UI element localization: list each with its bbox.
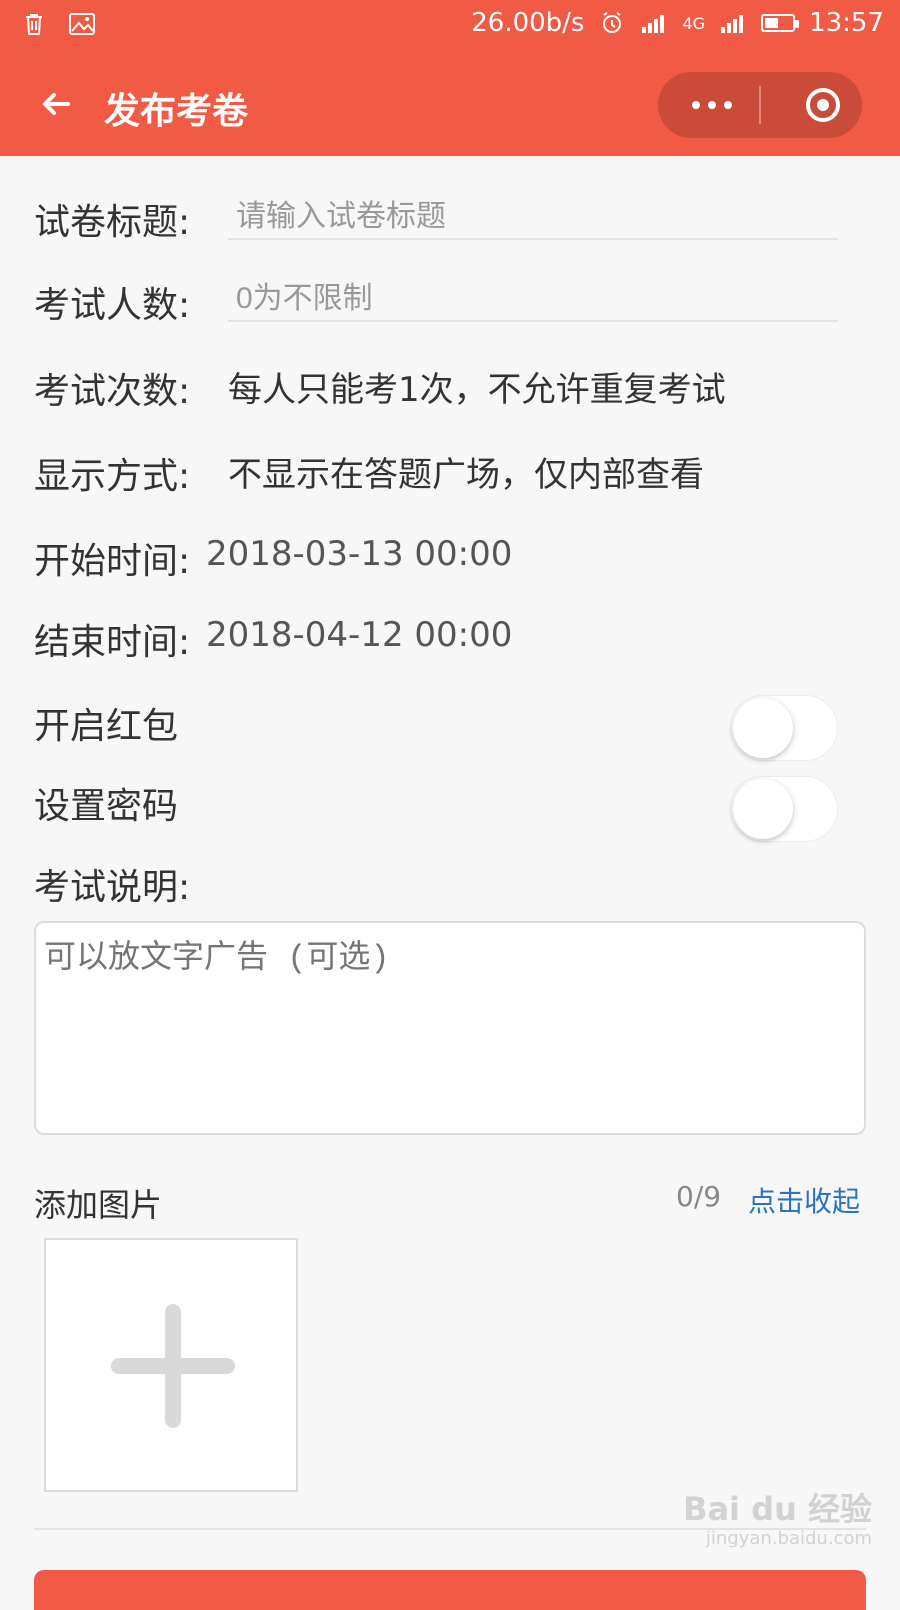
more-button[interactable] <box>684 90 740 120</box>
exam-display-value: 不显示在答题广场，仅内部查看 <box>228 455 704 495</box>
target-circle-icon <box>806 88 840 122</box>
more-dots-icon <box>692 101 732 109</box>
red-packet-label: 开启红包 <box>34 706 179 747</box>
capsule-divider <box>759 86 761 124</box>
nav-bar: 发布考卷 <box>0 52 900 156</box>
red-packet-toggle-knob <box>733 698 793 758</box>
exam-people-input[interactable] <box>228 278 838 322</box>
page-title: 发布考卷 <box>104 91 249 132</box>
signal-icon <box>640 9 668 37</box>
status-bar: 26.00b/s 4G 13:57 <box>0 0 900 52</box>
end-time-label: 结束时间: <box>34 622 191 663</box>
add-image-label: 添加图片 <box>34 1186 163 1224</box>
battery-level <box>765 18 779 28</box>
back-arrow-icon <box>43 93 70 115</box>
start-time-value[interactable]: 2018-03-13 00:00 <box>206 534 512 574</box>
end-time-value[interactable]: 2018-04-12 00:00 <box>206 615 512 655</box>
exam-people-label: 考试人数: <box>34 285 191 326</box>
clock-time: 13:57 <box>809 8 884 38</box>
exam-attempts-label: 考试次数: <box>34 371 191 412</box>
exam-display-label: 显示方式: <box>34 456 191 497</box>
trash-icon <box>20 10 48 38</box>
capsule-menu <box>658 72 862 138</box>
exam-title-label: 试卷标题: <box>34 202 191 243</box>
network-type: 4G <box>682 13 706 33</box>
exam-title-input[interactable] <box>228 196 838 240</box>
battery-icon <box>761 14 800 32</box>
password-toggle[interactable] <box>730 776 838 842</box>
watermark: Bai du 经验 jingyan.baidu.com <box>683 1490 872 1550</box>
watermark-logo: Bai du 经验 <box>683 1490 872 1528</box>
network-speed: 26.00b/s <box>471 8 585 38</box>
image-upload-box[interactable] <box>44 1238 298 1492</box>
alarm-icon <box>598 9 626 37</box>
back-button[interactable] <box>30 78 82 130</box>
password-label: 设置密码 <box>34 786 179 827</box>
red-packet-toggle[interactable] <box>730 695 838 761</box>
password-toggle-knob <box>733 779 793 839</box>
collapse-images-link[interactable]: 点击收起 <box>748 1180 860 1220</box>
start-time-label: 开始时间: <box>34 541 191 582</box>
exam-attempts-value: 每人只能考1次，不允许重复考试 <box>228 370 726 410</box>
plus-icon <box>111 1304 235 1428</box>
signal-icon-2 <box>719 9 747 37</box>
exam-description-textarea[interactable] <box>34 921 866 1135</box>
close-button[interactable] <box>804 86 842 124</box>
image-count: 0/9 <box>676 1180 722 1213</box>
watermark-url: jingyan.baidu.com <box>705 1528 872 1550</box>
exam-description-label: 考试说明: <box>34 867 191 908</box>
submit-button[interactable] <box>34 1570 866 1610</box>
image-icon <box>68 10 96 38</box>
